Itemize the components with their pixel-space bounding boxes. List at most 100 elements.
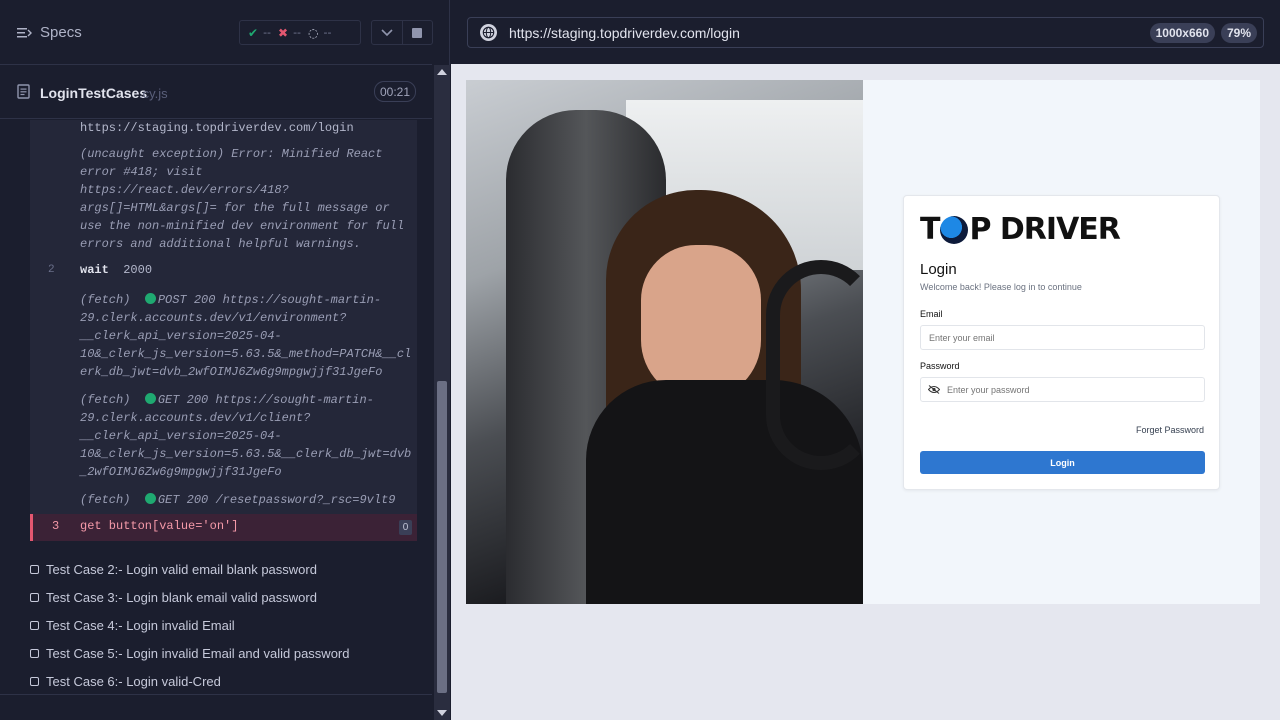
exception-line-6: errors and additional helpful warnings.	[80, 237, 361, 251]
logo-t: T	[920, 212, 940, 247]
wait-command-name: wait	[80, 263, 109, 277]
test-title: Test Case 3:- Login blank email valid pa…	[46, 589, 317, 605]
fetch-3-text: GET 200 /resetpassword?_rsc=9vlt9	[157, 493, 396, 507]
check-icon: ✔	[248, 25, 259, 40]
url-text[interactable]: https://staging.topdriverdev.com/login	[509, 25, 740, 41]
test-status-icon	[30, 620, 39, 630]
toggle-auto-scroll-button[interactable]	[372, 21, 402, 44]
login-button[interactable]: Login	[920, 451, 1205, 474]
wait-command[interactable]: wait 2000	[80, 261, 152, 279]
url-bar[interactable]: https://staging.topdriverdev.com/login 1…	[467, 17, 1264, 48]
stats-group: ✔ -- ✖ -- ◌ --	[239, 20, 361, 45]
aut-iframe: T P DRIVER Login Welcome back! Please log…	[466, 80, 1260, 604]
test-item[interactable]: Test Case 5:- Login invalid Email and va…	[30, 643, 350, 663]
password-label: Password	[920, 361, 960, 371]
hero-photo	[466, 80, 863, 604]
scrollbar-thumb[interactable]	[437, 381, 447, 693]
exception-line-5: use the non-minified dev environment for…	[80, 219, 405, 233]
test-item[interactable]: Test Case 3:- Login blank email valid pa…	[30, 587, 317, 607]
fetch-1-line-1: POST 200 https://sought-martin-	[157, 293, 382, 307]
command-number: 2	[48, 264, 55, 276]
fetch-2-line-5: _2wfOIMJ6Zw6g9mpgwjjf31JgeFo	[80, 465, 282, 479]
scroll-up-arrow-icon[interactable]	[437, 69, 447, 75]
fetch-1[interactable]: (fetch) POST 200 https://sought-martin-	[80, 291, 381, 309]
test-item[interactable]: Test Case 2:- Login valid email blank pa…	[30, 559, 317, 579]
success-dot-icon	[144, 393, 156, 404]
fetch-label: (fetch)	[80, 393, 131, 407]
test-title: Test Case 6:- Login valid-Cred	[46, 673, 221, 689]
password-field[interactable]	[920, 377, 1205, 402]
login-title: Login	[920, 261, 957, 278]
success-dot-icon	[144, 493, 156, 504]
test-status-icon	[30, 648, 39, 658]
test-title: Test Case 5:- Login invalid Email and va…	[46, 645, 350, 661]
fetch-2-line-3: __clerk_api_version=2025-04-	[80, 429, 282, 443]
spec-file-ext: .cy.js	[139, 86, 168, 101]
exception-line-1[interactable]: (uncaught exception) Error: Minified Rea…	[80, 145, 382, 163]
fetch-3[interactable]: (fetch) GET 200 /resetpassword?_rsc=9vlt…	[80, 491, 395, 509]
fetch-2-line-1: GET 200 https://sought-martin-	[157, 393, 374, 407]
command-number: 3	[52, 519, 60, 533]
chevron-down-icon	[381, 28, 393, 36]
photo-steering-wheel	[766, 260, 863, 470]
specs-header: Specs ✔ -- ✖ -- ◌ --	[0, 0, 433, 65]
spinner-icon: ◌	[308, 25, 319, 40]
reporter-panel: Specs ✔ -- ✖ -- ◌ -- LoginTestCases .cy.…	[0, 0, 450, 720]
failed-command-text: get button[value='on']	[80, 519, 239, 533]
exception-line-4: args[]=HTML&args[]= for the full message…	[80, 201, 390, 215]
test-status-icon	[30, 564, 39, 574]
top-driver-logo: T P DRIVER	[920, 212, 1121, 247]
visit-url[interactable]: https://staging.topdriverdev.com/login	[80, 119, 354, 137]
failed-command-row[interactable]: 3 get button[value='on'] 0	[30, 514, 417, 541]
test-item[interactable]: Test Case 6:- Login valid-Cred	[30, 671, 221, 691]
aut-panel: https://staging.topdriverdev.com/login 1…	[451, 0, 1280, 720]
zoom-badge[interactable]: 79%	[1220, 23, 1257, 43]
exception-line-3: https://react.dev/errors/418?	[80, 183, 289, 197]
email-field[interactable]	[920, 325, 1205, 350]
test-title: Test Case 2:- Login valid email blank pa…	[46, 561, 317, 577]
test-status-icon	[30, 592, 39, 602]
stop-button[interactable]	[401, 21, 432, 44]
aut-header: https://staging.topdriverdev.com/login 1…	[451, 0, 1280, 64]
test-title: Test Case 4:- Login invalid Email	[46, 617, 235, 633]
spec-duration-badge: 00:21	[374, 81, 416, 102]
menu-icon[interactable]	[16, 25, 32, 41]
pending-count: --	[323, 26, 332, 39]
fetch-1-line-5: erk_db_jwt=dvb_2wfOIMJ6Zw6g9mpgwjjf31Jge…	[80, 365, 383, 379]
passed-stat: ✔ --	[248, 26, 271, 40]
fetch-2-line-4: 10&_clerk_js_version=5.63.5&__clerk_db_j…	[80, 447, 412, 461]
success-dot-icon	[144, 293, 156, 304]
fetch-1-line-4: 10&_clerk_js_version=5.63.5&_method=PATC…	[80, 347, 412, 361]
fetch-1-line-2: 29.clerk.accounts.dev/v1/environment?	[80, 311, 347, 325]
photo-face	[641, 245, 761, 400]
scrollbar[interactable]	[434, 65, 450, 720]
forget-password-link[interactable]: Forget Password	[1136, 425, 1204, 435]
fetch-2-line-2: 29.clerk.accounts.dev/v1/client?	[80, 411, 311, 425]
failed-count: --	[293, 26, 302, 39]
viewport-size-badge[interactable]: 1000x660	[1149, 23, 1215, 43]
stop-icon	[412, 27, 423, 38]
exception-line-2: error #418; visit	[80, 165, 203, 179]
login-subtitle: Welcome back! Please log in to continue	[920, 282, 1082, 292]
fetch-label: (fetch)	[80, 493, 131, 507]
email-label: Email	[920, 309, 943, 319]
test-item[interactable]: Test Case 4:- Login invalid Email	[30, 615, 235, 635]
failed-stat: ✖ --	[278, 26, 301, 40]
specs-label[interactable]: Specs	[40, 24, 82, 41]
fetch-label: (fetch)	[80, 293, 131, 307]
test-status-icon	[30, 676, 39, 686]
reporter-footer	[0, 694, 432, 720]
element-count-badge: 0	[399, 520, 412, 535]
scroll-down-arrow-icon[interactable]	[437, 710, 447, 716]
fetch-2[interactable]: (fetch) GET 200 https://sought-martin-	[80, 391, 374, 409]
eye-off-icon[interactable]	[928, 385, 940, 394]
pending-stat: ◌ --	[308, 26, 331, 40]
login-card: T P DRIVER Login Welcome back! Please log…	[903, 195, 1220, 490]
logo-o-icon	[940, 215, 969, 244]
fetch-1-line-3: __clerk_api_version=2025-04-	[80, 329, 282, 343]
run-controls	[371, 20, 433, 45]
file-icon	[17, 84, 30, 99]
globe-icon	[480, 24, 497, 41]
logo-rest: P DRIVER	[969, 212, 1120, 247]
wait-command-arg: 2000	[123, 263, 153, 277]
